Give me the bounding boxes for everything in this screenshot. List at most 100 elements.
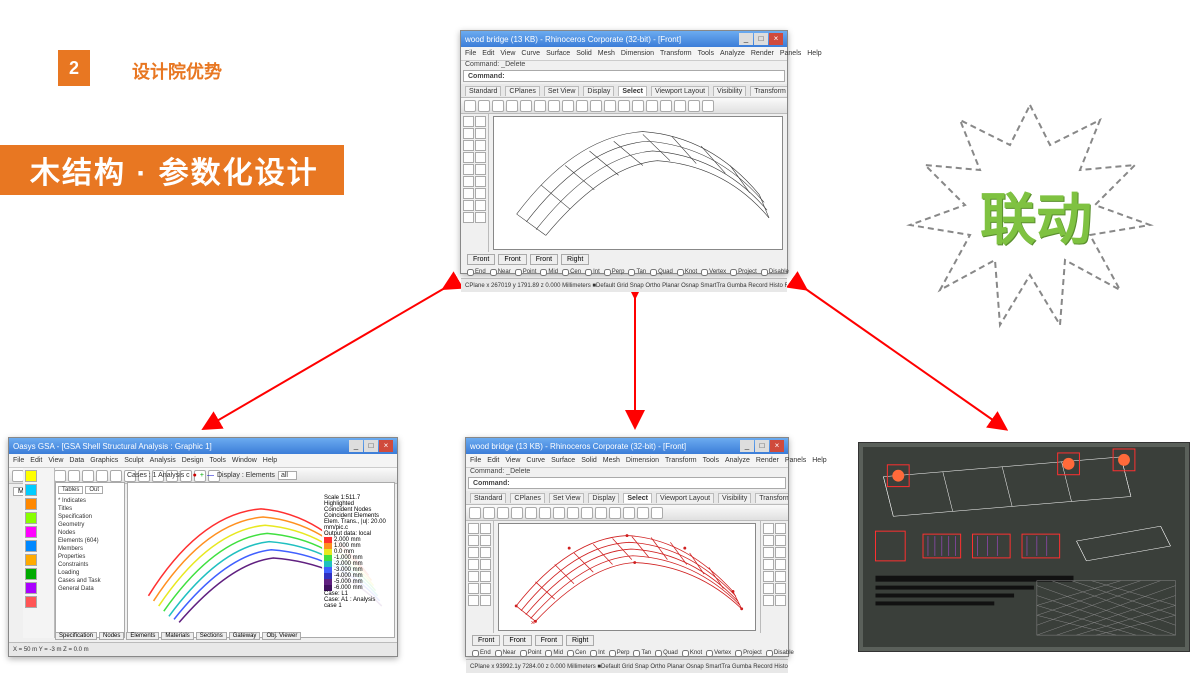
tool-icon[interactable]: [480, 523, 491, 534]
menu-graphics[interactable]: Graphics: [90, 457, 118, 464]
menu-panels[interactable]: Panels: [785, 457, 806, 464]
osnap-vertex[interactable]: [701, 269, 708, 276]
osnap-cb[interactable]: [735, 650, 742, 657]
menu-panels[interactable]: Panels: [780, 50, 801, 57]
tool-icon[interactable]: [763, 595, 774, 606]
tool-icon[interactable]: [475, 164, 486, 175]
menu-surface[interactable]: Surface: [546, 50, 570, 57]
menu-dimension[interactable]: Dimension: [621, 50, 654, 57]
tab-transform[interactable]: Transform: [750, 86, 787, 96]
tool-icon[interactable]: [763, 571, 774, 582]
osnap-cb[interactable]: [495, 650, 502, 657]
tool-icon[interactable]: [567, 507, 579, 519]
gsa-left-toolbox[interactable]: [23, 468, 55, 638]
tab-visibility[interactable]: Visibility: [713, 86, 746, 96]
tool-icon[interactable]: [25, 554, 37, 566]
osnap-cb[interactable]: [545, 650, 552, 657]
main-toolbar[interactable]: [466, 505, 788, 521]
tool-icon[interactable]: [775, 571, 786, 582]
menu-help[interactable]: Help: [263, 457, 277, 464]
tool-icon[interactable]: [483, 507, 495, 519]
tool-icon[interactable]: [763, 583, 774, 594]
tool-icon[interactable]: [763, 559, 774, 570]
tool-icon[interactable]: [110, 470, 122, 482]
btab[interactable]: Gateway: [229, 632, 261, 640]
display-dropdown[interactable]: all: [278, 471, 297, 480]
menu-data[interactable]: Data: [69, 457, 84, 464]
tool-icon[interactable]: [506, 100, 518, 112]
window-titlebar[interactable]: wood bridge (13 KB) - Rhinoceros Corpora…: [461, 31, 787, 47]
tool-icon[interactable]: [468, 583, 479, 594]
tab[interactable]: Standard: [470, 493, 506, 503]
tool-icon[interactable]: [475, 212, 486, 223]
tree-item[interactable]: Properties: [58, 553, 122, 561]
menu-mesh[interactable]: Mesh: [598, 50, 615, 57]
btab[interactable]: Specification: [55, 632, 97, 640]
tool-icon[interactable]: [618, 100, 630, 112]
tool-icon[interactable]: [475, 188, 486, 199]
tool-icon[interactable]: [25, 484, 37, 496]
tree-item[interactable]: Constraints: [58, 561, 122, 569]
tool-icon[interactable]: [25, 582, 37, 594]
osnap-perp[interactable]: [604, 269, 611, 276]
menu-bar[interactable]: FileEditViewDataGraphicsSculptAnalysisDe…: [9, 454, 397, 468]
left-toolbox[interactable]: [466, 521, 494, 633]
vtab[interactable]: Front: [503, 635, 531, 646]
osnap-project[interactable]: [730, 269, 737, 276]
minimize-button[interactable]: _: [739, 33, 753, 45]
gsa-tree-panel[interactable]: TablesOut * IndicatesTitlesSpecification…: [55, 482, 125, 638]
tool-icon[interactable]: [475, 200, 486, 211]
tab[interactable]: Display: [588, 493, 619, 503]
tool-icon[interactable]: [511, 507, 523, 519]
menu-render[interactable]: Render: [756, 457, 779, 464]
tool-icon[interactable]: [763, 547, 774, 558]
tool-icon[interactable]: [548, 100, 560, 112]
tool-icon[interactable]: [492, 100, 504, 112]
vtab[interactable]: Front: [530, 254, 558, 265]
menu-solid[interactable]: Solid: [581, 457, 597, 464]
osnap-mid[interactable]: [540, 269, 547, 276]
tab[interactable]: Set View: [549, 493, 585, 503]
tree-item[interactable]: Specification: [58, 513, 122, 521]
tool-icon[interactable]: [520, 100, 532, 112]
tool-icon[interactable]: [775, 583, 786, 594]
menu-analyze[interactable]: Analyze: [720, 50, 745, 57]
tab-cplanes[interactable]: CPlanes: [505, 86, 539, 96]
osnap-near[interactable]: [490, 269, 497, 276]
tool-icon[interactable]: [469, 507, 481, 519]
tool-icon[interactable]: [463, 200, 474, 211]
tool-icon[interactable]: [581, 507, 593, 519]
tool-icon[interactable]: [539, 507, 551, 519]
tool-icon[interactable]: [480, 595, 491, 606]
menu-curve[interactable]: Curve: [521, 50, 540, 57]
tree-item[interactable]: * Indicates: [58, 497, 122, 505]
tool-icon[interactable]: [590, 100, 602, 112]
tool-icon[interactable]: [463, 164, 474, 175]
tab-setview[interactable]: Set View: [544, 86, 580, 96]
command-input[interactable]: Command:: [468, 477, 786, 489]
close-button[interactable]: ×: [379, 440, 393, 452]
command-input[interactable]: Command:: [463, 70, 785, 82]
tool-icon[interactable]: [775, 523, 786, 534]
menu-view[interactable]: View: [505, 457, 520, 464]
maximize-button[interactable]: □: [364, 440, 378, 452]
osnap-knot[interactable]: [677, 269, 684, 276]
menu-edit[interactable]: Edit: [30, 457, 42, 464]
tool-icon[interactable]: [775, 559, 786, 570]
menu-render[interactable]: Render: [751, 50, 774, 57]
tool-icon[interactable]: [651, 507, 663, 519]
tool-icon[interactable]: [82, 470, 94, 482]
vtab[interactable]: Front: [472, 635, 500, 646]
tab-standard[interactable]: Standard: [465, 86, 501, 96]
menu-file[interactable]: File: [470, 457, 481, 464]
tab[interactable]: Viewport Layout: [656, 493, 714, 503]
tool-icon[interactable]: [775, 595, 786, 606]
menu-mesh[interactable]: Mesh: [603, 457, 620, 464]
tool-icon[interactable]: [68, 470, 80, 482]
btab[interactable]: Sections: [196, 632, 227, 640]
osnap-cen[interactable]: [562, 269, 569, 276]
tool-icon[interactable]: [702, 100, 714, 112]
tool-icon[interactable]: [688, 100, 700, 112]
tool-icon[interactable]: [576, 100, 588, 112]
tab-vplayout[interactable]: Viewport Layout: [651, 86, 709, 96]
